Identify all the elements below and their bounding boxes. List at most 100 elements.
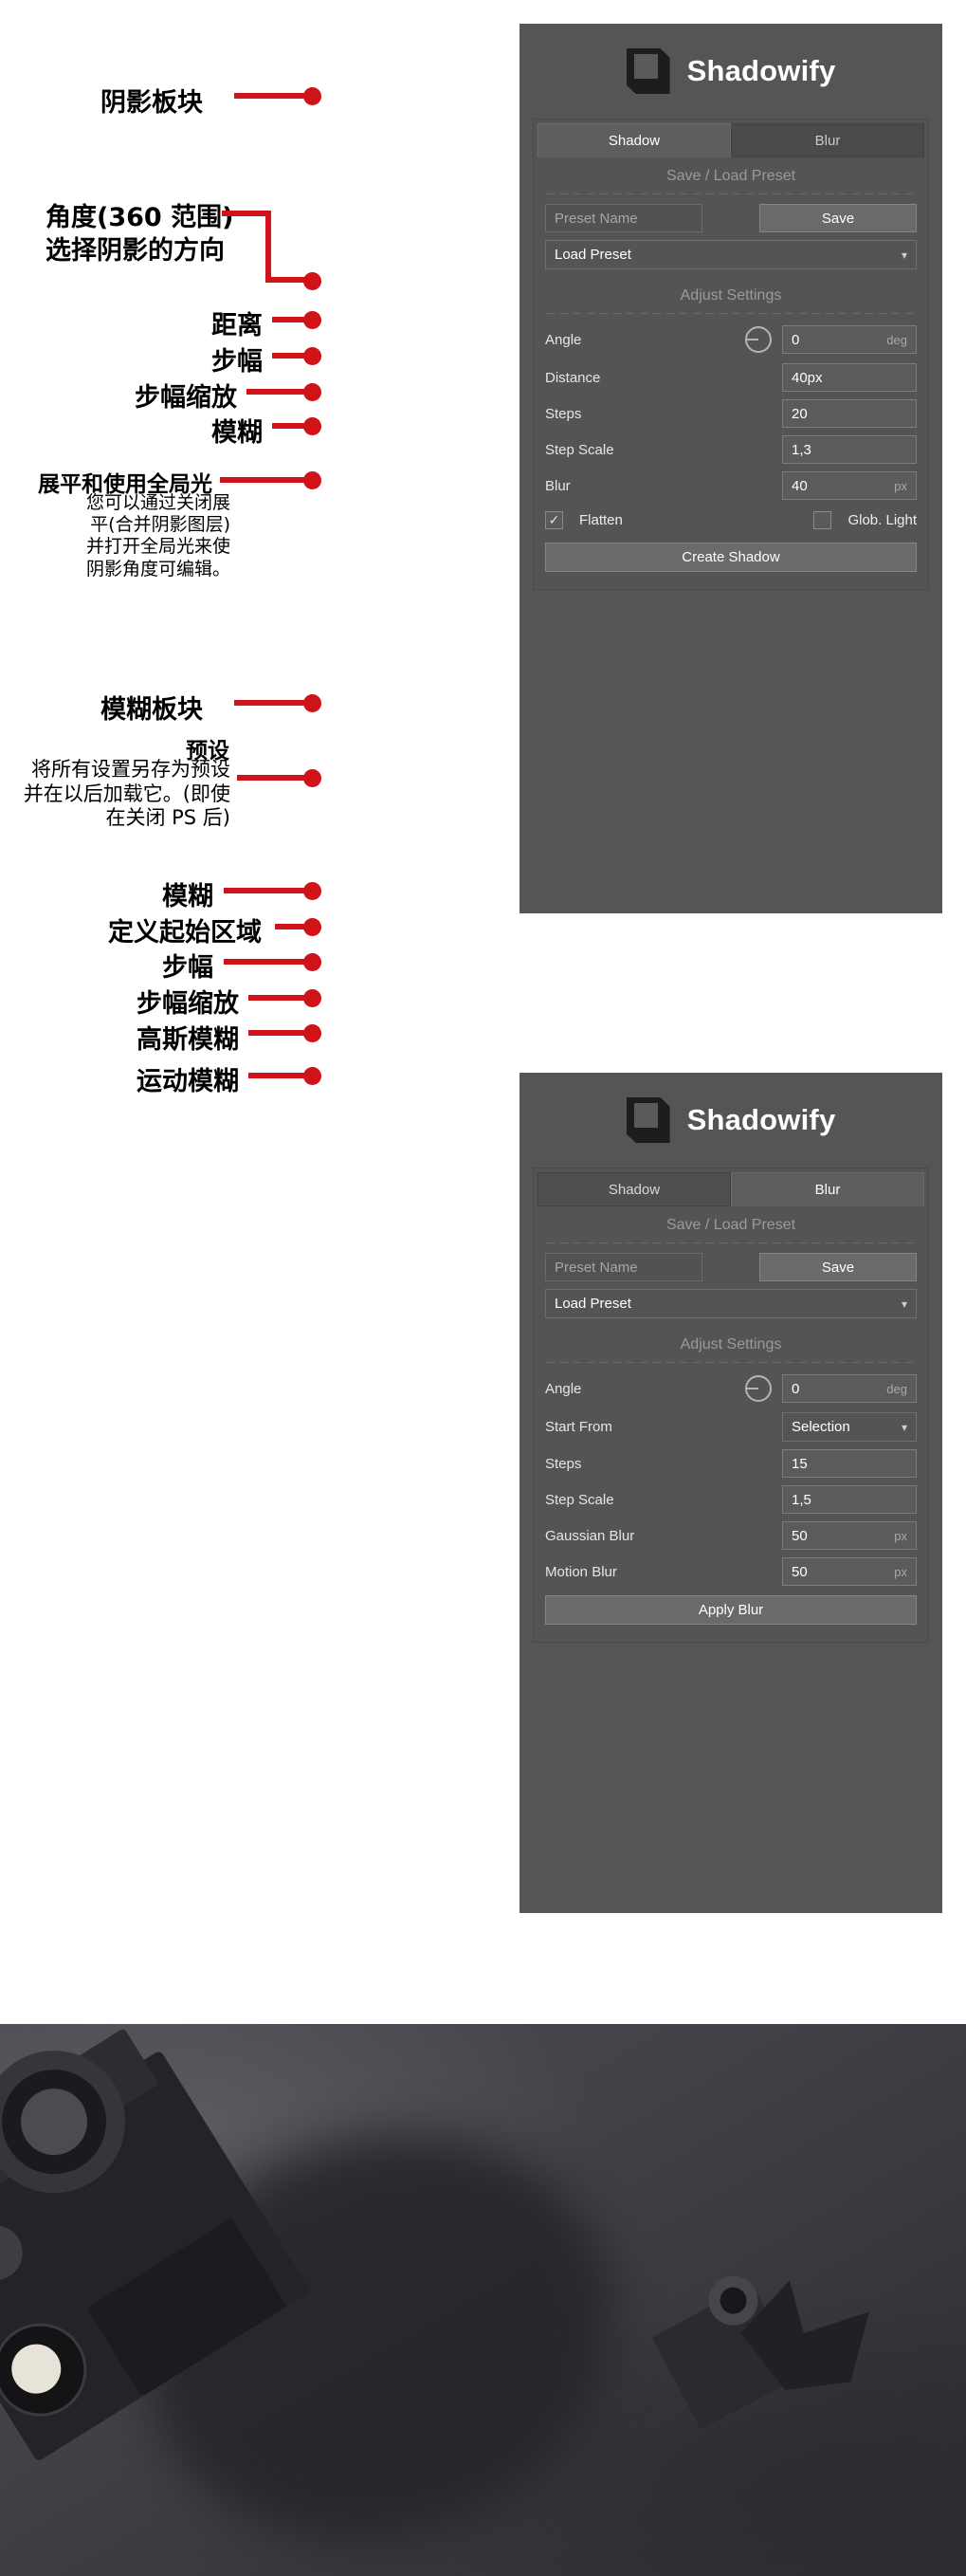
callout-dot [303,87,321,105]
motion-blur-value: 50 [792,1563,808,1580]
row-angle-2: Angle 0 deg [534,1372,928,1405]
angle-input-2[interactable]: 0 deg [782,1374,917,1403]
preset-row-2: Preset Name Save [534,1253,928,1281]
row-step-scale: Step Scale 1,3 [534,435,928,464]
label-distance: Distance [545,369,601,386]
row-blur: Blur 40 px [534,471,928,500]
callout-line [265,211,271,283]
angle-dial-icon[interactable] [742,1372,775,1405]
panel-header-2: Shadowify [519,1073,942,1168]
label-step-scale-2: Step Scale [545,1491,614,1508]
callout-dot [303,1067,321,1085]
panel-header: Shadowify [519,24,942,119]
label-steps-2: Steps [545,1455,582,1472]
load-preset-select[interactable]: Load Preset ▾ [545,240,917,269]
preset-name-input-2[interactable]: Preset Name [545,1253,702,1281]
row-gaussian-blur: Gaussian Blur 50 px [534,1521,928,1550]
save-preset-button[interactable]: Save [759,204,917,232]
chevron-down-icon: ▾ [901,248,907,262]
callout-dot [303,882,321,900]
global-light-label: Glob. Light [848,512,917,528]
motion-blur-unit: px [894,1564,907,1579]
tab-blur-2[interactable]: Blur [731,1172,924,1206]
step-scale-value-2: 1,5 [792,1491,811,1508]
create-shadow-button[interactable]: Create Shadow [545,543,917,572]
chevron-down-icon: ▾ [901,1297,907,1311]
load-preset-select-2[interactable]: Load Preset ▾ [545,1289,917,1318]
label-motion-blur: Motion Blur [545,1563,617,1580]
callout-dot [303,953,321,971]
step-scale-input[interactable]: 1,3 [782,435,917,464]
load-preset-row: Load Preset ▾ [534,240,928,269]
start-from-select[interactable]: Selection ▾ [782,1412,917,1442]
shadow-sheet-logo-icon [626,48,670,94]
row-create-shadow: Create Shadow [534,543,928,572]
callout-dot [303,989,321,1007]
example-photo [0,2024,966,2576]
divider-dashed-4 [547,1362,915,1363]
preset-row: Preset Name Save [534,204,928,232]
callout-distance: 距离 [211,311,263,340]
callout-blur2: 模糊 [162,882,213,911]
angle-value: 0 [792,331,800,348]
blur-plugin-panel: Shadowify Shadow Blur Save / Load Preset… [519,1073,942,1913]
row-angle: Angle 0 deg [534,323,928,356]
blur-input[interactable]: 40 px [782,471,917,500]
callout-angle-line1: 角度(360 范围) [46,203,234,232]
callout-dot [303,311,321,329]
steps-value: 20 [792,405,808,422]
save-preset-button-2[interactable]: Save [759,1253,917,1281]
panel-body-2: Shadow Blur Save / Load Preset Preset Na… [533,1168,929,1643]
callout-preset-description: 将所有设置另存为预设 并在以后加载它。(即使在关闭 PS 后) [23,758,230,830]
blur-value: 40 [792,477,808,494]
distance-input[interactable]: 40px [782,363,917,392]
tab-shadow[interactable]: Shadow [538,123,731,157]
gaussian-blur-input[interactable]: 50 px [782,1521,917,1550]
angle-unit: deg [886,332,907,347]
apply-blur-button[interactable]: Apply Blur [545,1595,917,1625]
callout-dot [303,471,321,489]
flatten-checkbox[interactable]: ✓ [545,511,563,529]
distance-value: 40px [792,369,823,386]
label-angle: Angle [545,331,582,348]
adjust-settings-title-2: Adjust Settings [680,1336,782,1352]
preset-name-input[interactable]: Preset Name [545,204,702,232]
angle-input[interactable]: 0 deg [782,325,917,354]
row-step-scale-2: Step Scale 1,5 [534,1485,928,1514]
blur-unit: px [894,478,907,493]
callout-start-from: 定义起始区域 [108,918,262,948]
row-start-from: Start From Selection ▾ [534,1412,928,1442]
flatten-label: Flatten [579,512,623,528]
tab-shadow-2[interactable]: Shadow [538,1172,731,1206]
label-steps: Steps [545,405,582,422]
row-steps: Steps 20 [534,399,928,428]
tab-blur[interactable]: Blur [731,123,924,157]
callout-dot [303,383,321,401]
angle-value-2: 0 [792,1380,800,1397]
angle-dial-icon[interactable] [742,323,775,356]
callout-step-scale2: 步幅缩放 [137,989,239,1019]
shadow-sheet-logo-icon [626,1097,670,1143]
callout-dot [303,769,321,787]
label-angle-2: Angle [545,1380,582,1397]
steps-input-2[interactable]: 15 [782,1449,917,1478]
label-blur: Blur [545,477,571,494]
steps-value-2: 15 [792,1455,808,1472]
start-from-value: Selection [792,1419,850,1435]
row-steps-2: Steps 15 [534,1449,928,1478]
divider-dashed [547,193,915,194]
step-scale-input-2[interactable]: 1,5 [782,1485,917,1514]
divider-dashed-2 [547,313,915,314]
steps-input[interactable]: 20 [782,399,917,428]
save-load-preset-title: Save / Load Preset [665,168,796,184]
motion-blur-input[interactable]: 50 px [782,1557,917,1586]
row-checkboxes: ✓ Flatten Glob. Light [534,511,928,529]
callout-blur-panel: 模糊板块 [100,695,203,725]
global-light-checkbox[interactable] [813,511,832,529]
shadow-plugin-panel: Shadowify Shadow Blur Save / Load Preset… [519,24,942,913]
save-load-preset-title-2: Save / Load Preset [665,1217,796,1233]
row-motion-blur: Motion Blur 50 px [534,1557,928,1586]
label-gaussian-blur: Gaussian Blur [545,1527,635,1544]
tab-bar-2: Shadow Blur [538,1172,924,1206]
adjust-settings-title: Adjust Settings [680,287,782,304]
